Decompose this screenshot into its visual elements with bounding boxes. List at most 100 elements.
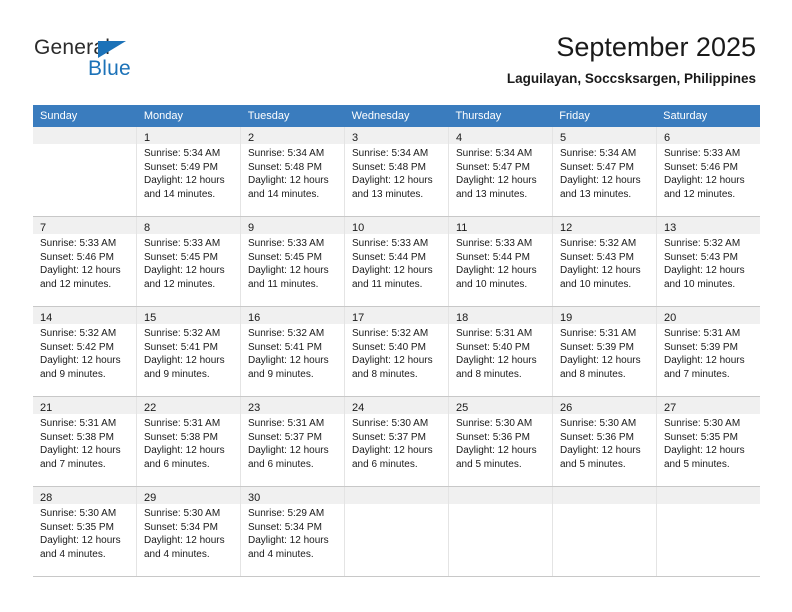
day-cell[interactable]: 22 Sunrise: 5:31 AM Sunset: 5:38 PM Dayligh… xyxy=(137,397,241,486)
day-number-band: 1 xyxy=(137,127,240,144)
sunset-text: Sunset: 5:36 PM xyxy=(560,431,634,443)
day-cell[interactable]: 3 Sunrise: 5:34 AM Sunset: 5:48 PM Daylight… xyxy=(345,127,449,216)
day-cell[interactable]: 5 Sunrise: 5:34 AM Sunset: 5:47 PM Daylight… xyxy=(553,127,657,216)
daylight-text: Daylight: 12 hours and 9 minutes. xyxy=(248,355,329,380)
day-info: Sunrise: 5:30 AM Sunset: 5:34 PM Daylight:… xyxy=(137,504,240,561)
sunrise-text: Sunrise: 5:31 AM xyxy=(664,328,741,339)
day-cell[interactable]: 15 Sunrise: 5:32 AM Sunset: 5:41 PM Dayligh… xyxy=(137,307,241,396)
sunrise-text: Sunrise: 5:33 AM xyxy=(352,238,429,249)
sunrise-text: Sunrise: 5:33 AM xyxy=(664,148,741,159)
day-cell[interactable]: 23 Sunrise: 5:31 AM Sunset: 5:37 PM Dayligh… xyxy=(241,397,345,486)
day-cell[interactable]: 7 Sunrise: 5:33 AM Sunset: 5:46 PM Daylight… xyxy=(33,217,137,306)
sunset-text: Sunset: 5:35 PM xyxy=(664,431,738,443)
week-row: 14 Sunrise: 5:32 AM Sunset: 5:42 PM Dayligh… xyxy=(33,307,760,397)
sunrise-text: Sunrise: 5:30 AM xyxy=(456,418,533,429)
daylight-text: Daylight: 12 hours and 8 minutes. xyxy=(352,355,433,380)
day-number-band xyxy=(449,487,552,504)
day-number-band xyxy=(657,487,760,504)
sunrise-text: Sunrise: 5:34 AM xyxy=(560,148,637,159)
day-cell[interactable]: 10 Sunrise: 5:33 AM Sunset: 5:44 PM Dayligh… xyxy=(345,217,449,306)
day-info: Sunrise: 5:32 AM Sunset: 5:41 PM Daylight:… xyxy=(241,324,344,381)
day-cell[interactable]: 18 Sunrise: 5:31 AM Sunset: 5:40 PM Dayligh… xyxy=(449,307,553,396)
daylight-text: Daylight: 12 hours and 12 minutes. xyxy=(664,175,745,200)
day-cell[interactable]: 4 Sunrise: 5:34 AM Sunset: 5:47 PM Daylight… xyxy=(449,127,553,216)
daylight-text: Daylight: 12 hours and 11 minutes. xyxy=(352,265,433,290)
weekday-header-monday: Monday xyxy=(143,110,183,122)
day-number-band: 3 xyxy=(345,127,448,144)
sunset-text: Sunset: 5:44 PM xyxy=(456,251,530,263)
day-info: Sunrise: 5:33 AM Sunset: 5:45 PM Daylight:… xyxy=(137,234,240,291)
day-info: Sunrise: 5:31 AM Sunset: 5:38 PM Daylight:… xyxy=(33,414,136,471)
day-number-band: 10 xyxy=(345,217,448,234)
day-info: Sunrise: 5:29 AM Sunset: 5:34 PM Daylight:… xyxy=(241,504,344,561)
day-cell[interactable]: 19 Sunrise: 5:31 AM Sunset: 5:39 PM Dayligh… xyxy=(553,307,657,396)
day-cell[interactable]: 28 Sunrise: 5:30 AM Sunset: 5:35 PM Dayligh… xyxy=(33,487,137,576)
sunset-text: Sunset: 5:37 PM xyxy=(352,431,426,443)
week-row: 1 Sunrise: 5:34 AM Sunset: 5:49 PM Daylight… xyxy=(33,127,760,217)
weekday-header-row: Sunday Monday Tuesday Wednesday Thursday Frid… xyxy=(33,105,760,127)
day-cell[interactable]: 29 Sunrise: 5:30 AM Sunset: 5:34 PM Dayligh… xyxy=(137,487,241,576)
day-cell[interactable]: 20 Sunrise: 5:31 AM Sunset: 5:39 PM Dayligh… xyxy=(657,307,760,396)
day-cell[interactable]: 16 Sunrise: 5:32 AM Sunset: 5:41 PM Dayligh… xyxy=(241,307,345,396)
day-number-band: 20 xyxy=(657,307,760,324)
day-cell[interactable]: 8 Sunrise: 5:33 AM Sunset: 5:45 PM Daylight… xyxy=(137,217,241,306)
day-number-band: 5 xyxy=(553,127,656,144)
day-cell[interactable]: 12 Sunrise: 5:32 AM Sunset: 5:43 PM Dayligh… xyxy=(553,217,657,306)
title-block: September 2025 Laguilayan, Soccsksargen,… xyxy=(507,30,756,89)
day-info: Sunrise: 5:32 AM Sunset: 5:41 PM Daylight:… xyxy=(137,324,240,381)
day-cell[interactable]: 14 Sunrise: 5:32 AM Sunset: 5:42 PM Dayligh… xyxy=(33,307,137,396)
day-number: 1 xyxy=(144,132,151,144)
weekday-header-tuesday: Tuesday xyxy=(247,110,290,122)
day-cell[interactable]: 27 Sunrise: 5:30 AM Sunset: 5:35 PM Dayligh… xyxy=(657,397,760,486)
day-cell[interactable]: 6 Sunrise: 5:33 AM Sunset: 5:46 PM Daylight… xyxy=(657,127,760,216)
sunset-text: Sunset: 5:49 PM xyxy=(144,161,218,173)
day-cell[interactable]: 25 Sunrise: 5:30 AM Sunset: 5:36 PM Dayligh… xyxy=(449,397,553,486)
day-cell[interactable]: 9 Sunrise: 5:33 AM Sunset: 5:45 PM Daylight… xyxy=(241,217,345,306)
sunset-text: Sunset: 5:45 PM xyxy=(248,251,322,263)
day-info: Sunrise: 5:33 AM Sunset: 5:46 PM Daylight:… xyxy=(657,144,760,201)
day-info: Sunrise: 5:30 AM Sunset: 5:36 PM Daylight:… xyxy=(449,414,552,471)
day-cell[interactable]: 11 Sunrise: 5:33 AM Sunset: 5:44 PM Dayligh… xyxy=(449,217,553,306)
day-cell[interactable]: 26 Sunrise: 5:30 AM Sunset: 5:36 PM Dayligh… xyxy=(553,397,657,486)
daylight-text: Daylight: 12 hours and 7 minutes. xyxy=(40,445,121,470)
day-number-band: 28 xyxy=(33,487,136,504)
day-info: Sunrise: 5:32 AM Sunset: 5:43 PM Daylight:… xyxy=(553,234,656,291)
day-cell[interactable]: 1 Sunrise: 5:34 AM Sunset: 5:49 PM Daylight… xyxy=(137,127,241,216)
daylight-text: Daylight: 12 hours and 14 minutes. xyxy=(144,175,225,200)
daylight-text: Daylight: 12 hours and 12 minutes. xyxy=(40,265,121,290)
day-number-band: 13 xyxy=(657,217,760,234)
sunrise-text: Sunrise: 5:34 AM xyxy=(456,148,533,159)
daylight-text: Daylight: 12 hours and 7 minutes. xyxy=(664,355,745,380)
day-cell[interactable]: 30 Sunrise: 5:29 AM Sunset: 5:34 PM Dayligh… xyxy=(241,487,345,576)
sunset-text: Sunset: 5:43 PM xyxy=(664,251,738,263)
day-cell[interactable]: 13 Sunrise: 5:32 AM Sunset: 5:43 PM Dayligh… xyxy=(657,217,760,306)
day-cell[interactable]: 21 Sunrise: 5:31 AM Sunset: 5:38 PM Dayligh… xyxy=(33,397,137,486)
logo-triangle-icon xyxy=(98,41,126,58)
daylight-text: Daylight: 12 hours and 6 minutes. xyxy=(144,445,225,470)
day-number: 24 xyxy=(352,402,365,414)
day-cell[interactable]: 24 Sunrise: 5:30 AM Sunset: 5:37 PM Dayligh… xyxy=(345,397,449,486)
weekday-header-wednesday: Wednesday xyxy=(351,110,410,122)
sunrise-text: Sunrise: 5:31 AM xyxy=(144,418,221,429)
day-number: 4 xyxy=(456,132,463,144)
daylight-text: Daylight: 12 hours and 8 minutes. xyxy=(560,355,641,380)
sunset-text: Sunset: 5:46 PM xyxy=(664,161,738,173)
day-cell[interactable]: 17 Sunrise: 5:32 AM Sunset: 5:40 PM Dayligh… xyxy=(345,307,449,396)
weekday-header-friday: Friday xyxy=(559,110,590,122)
page-header: General Blue September 2025 Laguilayan, … xyxy=(0,0,792,104)
daylight-text: Daylight: 12 hours and 5 minutes. xyxy=(560,445,641,470)
day-number-band: 19 xyxy=(553,307,656,324)
daylight-text: Daylight: 12 hours and 14 minutes. xyxy=(248,175,329,200)
day-cell[interactable]: 2 Sunrise: 5:34 AM Sunset: 5:48 PM Daylight… xyxy=(241,127,345,216)
sunset-text: Sunset: 5:38 PM xyxy=(40,431,114,443)
day-number-band: 4 xyxy=(449,127,552,144)
sunset-text: Sunset: 5:48 PM xyxy=(248,161,322,173)
calendar-page: General Blue September 2025 Laguilayan, … xyxy=(0,0,792,612)
general-blue-logo[interactable]: General Blue xyxy=(34,36,234,88)
sunrise-text: Sunrise: 5:32 AM xyxy=(352,328,429,339)
sunset-text: Sunset: 5:42 PM xyxy=(40,341,114,353)
sunset-text: Sunset: 5:47 PM xyxy=(456,161,530,173)
daylight-text: Daylight: 12 hours and 13 minutes. xyxy=(456,175,537,200)
day-cell-empty xyxy=(553,487,657,576)
day-number: 5 xyxy=(560,132,567,144)
